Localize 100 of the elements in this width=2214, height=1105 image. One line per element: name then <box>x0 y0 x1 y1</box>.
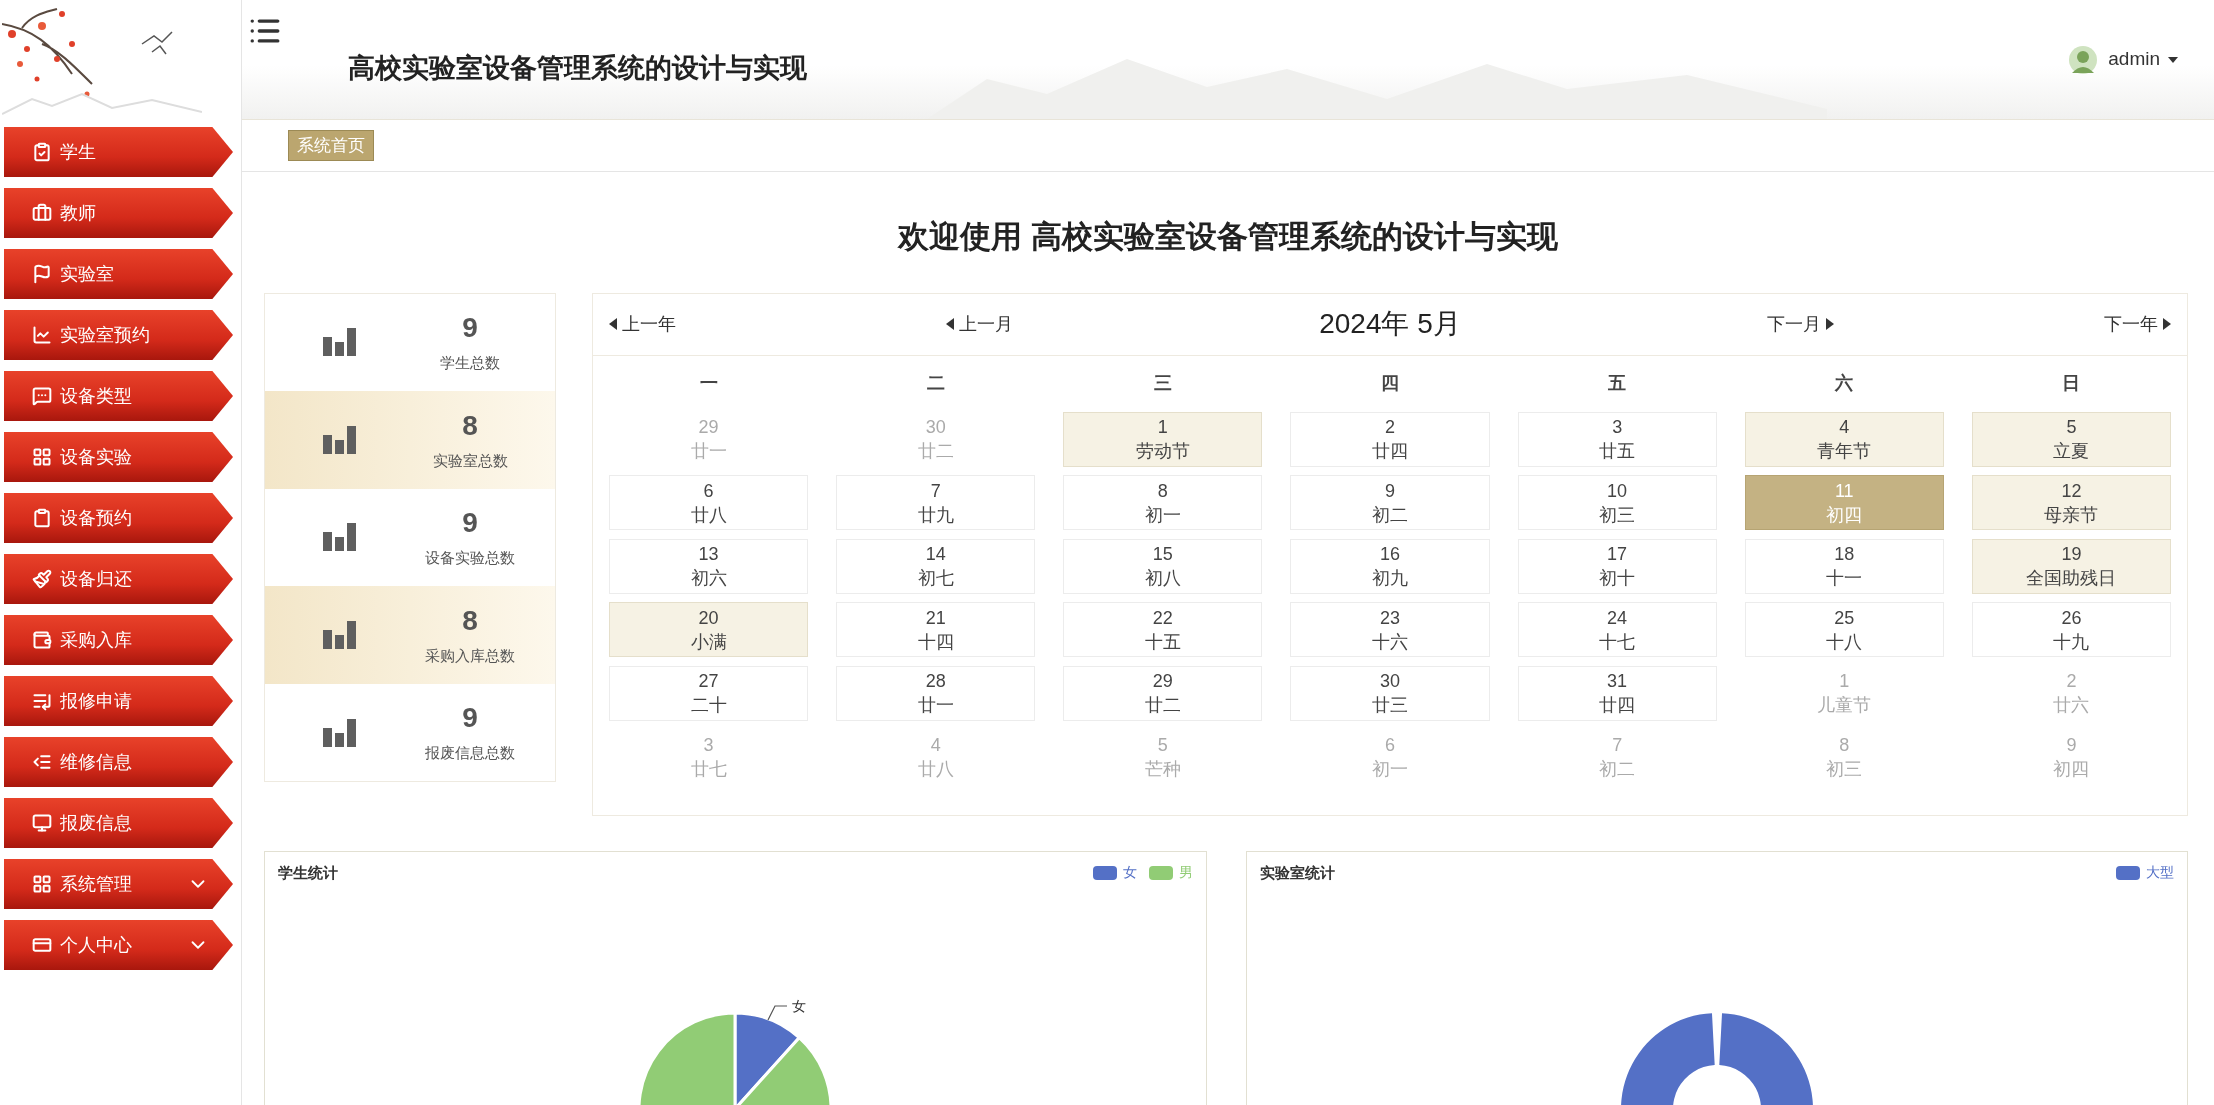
lunar-date: 初一 <box>1372 757 1408 781</box>
sidebar-item[interactable]: 系统管理 <box>4 859 233 909</box>
day-number: 27 <box>698 670 719 693</box>
legend-swatch[interactable] <box>2116 865 2140 880</box>
calendar-day[interactable]: 22 十五 <box>1063 602 1263 657</box>
calendar-day[interactable]: 28 廿一 <box>836 665 1036 721</box>
day-number: 13 <box>698 543 719 566</box>
next-year-button[interactable]: 下一年 <box>2104 310 2171 338</box>
lunar-date: 廿二 <box>1144 694 1181 717</box>
caret-left-icon <box>609 318 617 330</box>
welcome-heading: 欢迎使用 高校实验室设备管理系统的设计与实现 <box>896 218 1559 256</box>
day-number: 1 <box>1157 416 1168 439</box>
prev-year-button[interactable]: 上一年 <box>609 310 676 338</box>
lunar-date: 十七 <box>1599 630 1636 654</box>
lunar-date: 劳动节 <box>1135 440 1190 463</box>
sidebar-item[interactable]: 个人中心 <box>4 920 233 970</box>
day-number: 22 <box>1152 606 1173 630</box>
weekday-label: 五 <box>1607 372 1628 395</box>
day-number: 24 <box>1607 606 1628 630</box>
calendar-day[interactable]: 7 廿九 <box>836 475 1036 530</box>
sidebar-item[interactable]: 实验室预约 <box>4 310 233 360</box>
calendar-day[interactable]: 13 初六 <box>609 538 809 594</box>
stat-value: 9 <box>462 506 478 541</box>
calendar-day[interactable]: 4 青年节 <box>1744 411 1944 467</box>
legend-label[interactable]: 女 <box>1122 862 1137 884</box>
flag-icon <box>32 264 52 284</box>
lunar-date: 十五 <box>1144 630 1181 654</box>
lunar-date: 廿八 <box>917 757 954 781</box>
sidebar-item[interactable]: 采购入库 <box>4 615 233 665</box>
stat-value: 9 <box>462 311 478 346</box>
calendar-day[interactable]: 23 十六 <box>1290 602 1490 657</box>
legend-swatch[interactable] <box>1092 865 1117 880</box>
clipboard-icon <box>32 508 52 528</box>
calendar-day[interactable]: 9 初二 <box>1290 475 1490 530</box>
day-number: 9 <box>2066 733 2077 757</box>
calendar-day[interactable]: 1 劳动节 <box>1063 411 1263 467</box>
day-number: 4 <box>1839 416 1850 439</box>
calendar-day[interactable]: 3 廿五 <box>1517 411 1717 467</box>
lunar-date: 廿六 <box>2053 694 2090 717</box>
calendar-day[interactable]: 2 廿四 <box>1290 411 1490 467</box>
legend-swatch[interactable] <box>1148 865 1173 880</box>
sidebar-item[interactable]: 教师 <box>4 188 233 238</box>
day-number: 16 <box>1379 543 1400 566</box>
calendar-day[interactable]: 29 廿二 <box>1063 665 1263 721</box>
day-number: 23 <box>1379 606 1400 630</box>
day-number: 15 <box>1152 543 1173 566</box>
lunar-date: 廿四 <box>1599 694 1636 717</box>
day-number: 6 <box>1385 733 1395 757</box>
calendar-day[interactable]: 10 初三 <box>1517 475 1717 530</box>
sidebar-item[interactable]: 设备预约 <box>4 493 233 543</box>
calendar-day[interactable]: 17 初十 <box>1517 538 1717 594</box>
day-number: 21 <box>925 606 946 630</box>
day-number: 30 <box>925 416 946 439</box>
sidebar-item[interactable]: 设备类型 <box>4 371 233 421</box>
calendar-day[interactable]: 20 小满 <box>609 602 809 657</box>
calendar-day[interactable]: 24 十七 <box>1517 602 1717 657</box>
day-number: 5 <box>2066 416 2077 439</box>
calendar-day[interactable]: 26 十九 <box>1971 602 2171 657</box>
chat-bubble-icon <box>32 386 52 406</box>
caret-left-icon <box>946 318 954 330</box>
calendar-day[interactable]: 25 十八 <box>1744 602 1944 657</box>
prev-month-button[interactable]: 上一月 <box>946 310 1013 338</box>
lunar-date: 初四 <box>1826 503 1863 527</box>
lunar-date: 十八 <box>1826 630 1863 654</box>
legend-label[interactable]: 大型 <box>2146 862 2174 884</box>
lunar-date: 初八 <box>1144 567 1181 590</box>
day-number: 2 <box>2066 670 2077 693</box>
calendar-day[interactable]: 21 十四 <box>836 602 1036 657</box>
lunar-date: 初十 <box>1599 567 1636 590</box>
calendar-day[interactable]: 12 母亲节 <box>1971 475 2171 530</box>
calendar-day[interactable]: 14 初七 <box>836 538 1036 594</box>
calendar-day[interactable]: 18 十一 <box>1744 538 1944 594</box>
calendar-day[interactable]: 6 廿八 <box>609 475 809 530</box>
sidebar-item[interactable]: 报废信息 <box>4 798 233 848</box>
lunar-date: 初二 <box>1372 503 1408 527</box>
calendar-day[interactable]: 19 全国助残日 <box>1971 538 2171 594</box>
calendar-day[interactable]: 30 廿三 <box>1290 665 1490 721</box>
calendar-day[interactable]: 8 初一 <box>1063 475 1263 530</box>
calendar-day[interactable]: 31 廿四 <box>1517 665 1717 721</box>
sidebar-item[interactable]: 学生 <box>4 127 233 177</box>
day-number: 10 <box>1607 479 1628 503</box>
calendar-day[interactable]: 5 立夏 <box>1971 411 2171 467</box>
calendar-day[interactable]: 16 初九 <box>1290 538 1490 594</box>
lunar-date: 初二 <box>1599 757 1636 781</box>
day-number: 12 <box>2061 479 2082 503</box>
sidebar-item[interactable]: 维修信息 <box>4 737 233 787</box>
day-number: 8 <box>1157 479 1168 503</box>
lunar-date: 初四 <box>2053 757 2090 781</box>
monitor-icon <box>32 813 52 833</box>
avatar-icon[interactable] <box>2068 44 2099 75</box>
calendar-day[interactable]: 15 初八 <box>1063 538 1263 594</box>
weekday-label: 四 <box>1380 372 1400 395</box>
day-number: 19 <box>2061 543 2082 566</box>
sidebar-item[interactable]: 报修申请 <box>4 676 233 726</box>
sidebar-item[interactable]: 设备归还 <box>4 554 233 604</box>
user-menu[interactable]: admin <box>2108 45 2178 74</box>
next-month-button[interactable]: 下一月 <box>1767 310 1834 338</box>
calendar-day[interactable]: 27 二十 <box>609 665 809 721</box>
sidebar-item[interactable]: 实验室 <box>4 249 233 299</box>
sidebar-item[interactable]: 设备实验 <box>4 432 233 482</box>
